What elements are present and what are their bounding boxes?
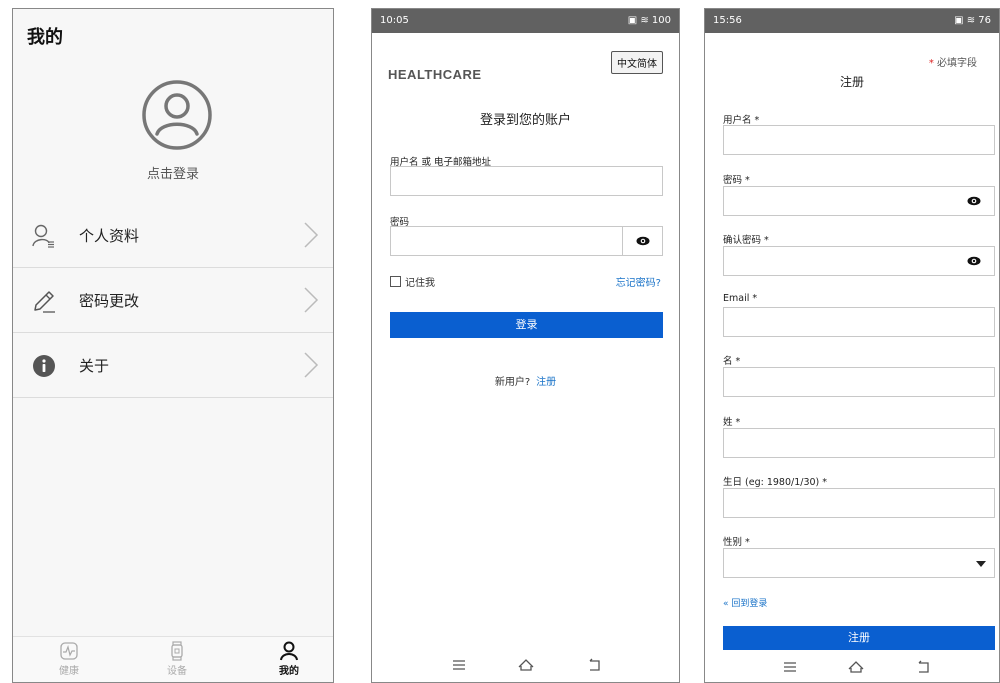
back-icon[interactable]: [586, 656, 604, 674]
back-to-login-link[interactable]: « 回到登录: [723, 596, 767, 609]
system-nav-bar: [372, 648, 679, 682]
register-heading: 注册: [839, 75, 864, 89]
username-input[interactable]: [391, 167, 662, 195]
show-password-button[interactable]: [622, 227, 662, 255]
birthday-field[interactable]: [723, 488, 995, 518]
login-screen: 10:05 ▣ ≋ 100 中文简体 HEALTHCARE 登录到您的账户 用户…: [371, 8, 680, 683]
register-screen: 15:56 ▣ ≋ 76 * 必填字段 注册 用户名 * 密码 * 确认密码 *…: [704, 8, 1000, 683]
gender-select[interactable]: [723, 548, 995, 578]
info-icon: [33, 355, 55, 377]
menu-item-password[interactable]: 密码更改: [13, 268, 333, 333]
tab-label: 健康: [59, 666, 79, 677]
eye-icon: [967, 196, 981, 206]
status-bar: 15:56 ▣ ≋ 76: [705, 9, 999, 33]
bottom-tab-bar: 健康 设备 我的: [13, 636, 333, 682]
remember-label: 记住我: [405, 278, 435, 289]
last-name-label: 姓 *: [723, 417, 741, 428]
tab-label: 设备: [167, 666, 187, 677]
remember-me[interactable]: 记住我: [390, 274, 435, 289]
password-field[interactable]: [390, 226, 663, 256]
status-icons: ▣ ≋ 76: [954, 15, 991, 26]
menu-item-label: 关于: [79, 356, 110, 375]
password-field[interactable]: [723, 186, 995, 216]
gender-label: 性别 *: [723, 537, 750, 548]
page-title: 我的: [27, 27, 63, 48]
confirm-password-field[interactable]: [723, 246, 995, 276]
birthday-input[interactable]: [724, 489, 994, 517]
battery-level: 76: [978, 15, 991, 26]
menu-item-profile[interactable]: 个人资料: [13, 203, 333, 268]
first-name-label: 名 *: [723, 356, 741, 367]
eye-icon: [636, 236, 649, 246]
profile-screen: 我的 点击登录 个人资料 密码更改 关于 健康 设备 我的: [12, 8, 334, 683]
menu-item-label: 个人资料: [79, 226, 140, 245]
menu-item-label: 密码更改: [79, 291, 140, 310]
status-icons: ▣ ≋ 100: [627, 15, 671, 26]
eye-icon: [967, 256, 981, 266]
pencil-icon: [34, 291, 55, 313]
back-icon[interactable]: [915, 658, 933, 676]
birthday-label: 生日 (eg: 1980/1/30) *: [723, 477, 828, 488]
avatar-icon[interactable]: [141, 79, 213, 151]
profile-menu: 个人资料 密码更改 关于: [13, 203, 333, 398]
register-button[interactable]: 注册: [723, 626, 995, 650]
forgot-password-link[interactable]: 忘记密码?: [616, 274, 661, 289]
caret-down-icon: [976, 561, 986, 567]
menu-icon[interactable]: [450, 656, 468, 674]
brand-logo: HEALTHCARE: [388, 67, 482, 82]
new-user-row: 新用户? 注册: [372, 373, 679, 388]
last-name-field[interactable]: [723, 428, 995, 458]
user-list-icon: [32, 224, 54, 248]
first-name-input[interactable]: [724, 368, 994, 396]
login-prompt[interactable]: 点击登录: [13, 163, 333, 182]
menu-item-about[interactable]: 关于: [13, 333, 333, 398]
username-field[interactable]: [723, 125, 995, 155]
email-field[interactable]: [723, 307, 995, 337]
tab-mine[interactable]: 我的: [259, 641, 319, 677]
register-link[interactable]: 注册: [536, 377, 556, 388]
home-icon[interactable]: [847, 658, 865, 676]
required-note-text: 必填字段: [937, 58, 977, 69]
remember-checkbox[interactable]: [390, 276, 401, 287]
login-heading: 登录到您的账户: [479, 113, 571, 128]
required-note: * 必填字段: [929, 54, 977, 69]
confirm-password-label: 确认密码 *: [723, 235, 769, 246]
tab-label: 我的: [279, 666, 299, 677]
tab-device[interactable]: 设备: [147, 641, 207, 677]
last-name-input[interactable]: [724, 429, 994, 457]
show-password-button[interactable]: [954, 187, 994, 215]
email-input[interactable]: [724, 308, 994, 336]
status-time: 10:05: [380, 15, 409, 26]
status-bar: 10:05 ▣ ≋ 100: [372, 9, 679, 33]
tab-health[interactable]: 健康: [39, 641, 99, 677]
password-label: 密码 *: [723, 175, 750, 186]
system-nav-bar: [705, 652, 999, 682]
chevron-right-icon: [304, 222, 319, 248]
new-user-text: 新用户?: [494, 377, 531, 388]
battery-level: 100: [651, 15, 671, 26]
username-field[interactable]: [390, 166, 663, 196]
heartbeat-icon: [60, 642, 78, 660]
language-button[interactable]: 中文简体: [611, 51, 663, 74]
chevron-right-icon: [304, 352, 319, 378]
chevron-right-icon: [304, 287, 319, 313]
home-icon[interactable]: [517, 656, 535, 674]
login-button[interactable]: 登录: [390, 312, 663, 338]
username-input[interactable]: [724, 126, 994, 154]
watch-icon: [171, 641, 183, 661]
required-star: *: [928, 58, 934, 69]
first-name-field[interactable]: [723, 367, 995, 397]
menu-icon[interactable]: [781, 658, 799, 676]
show-confirm-password-button[interactable]: [954, 247, 994, 275]
user-icon: [280, 641, 298, 661]
email-label: Email *: [723, 293, 758, 304]
username-label: 用户名 *: [723, 115, 760, 126]
status-time: 15:56: [713, 15, 742, 26]
